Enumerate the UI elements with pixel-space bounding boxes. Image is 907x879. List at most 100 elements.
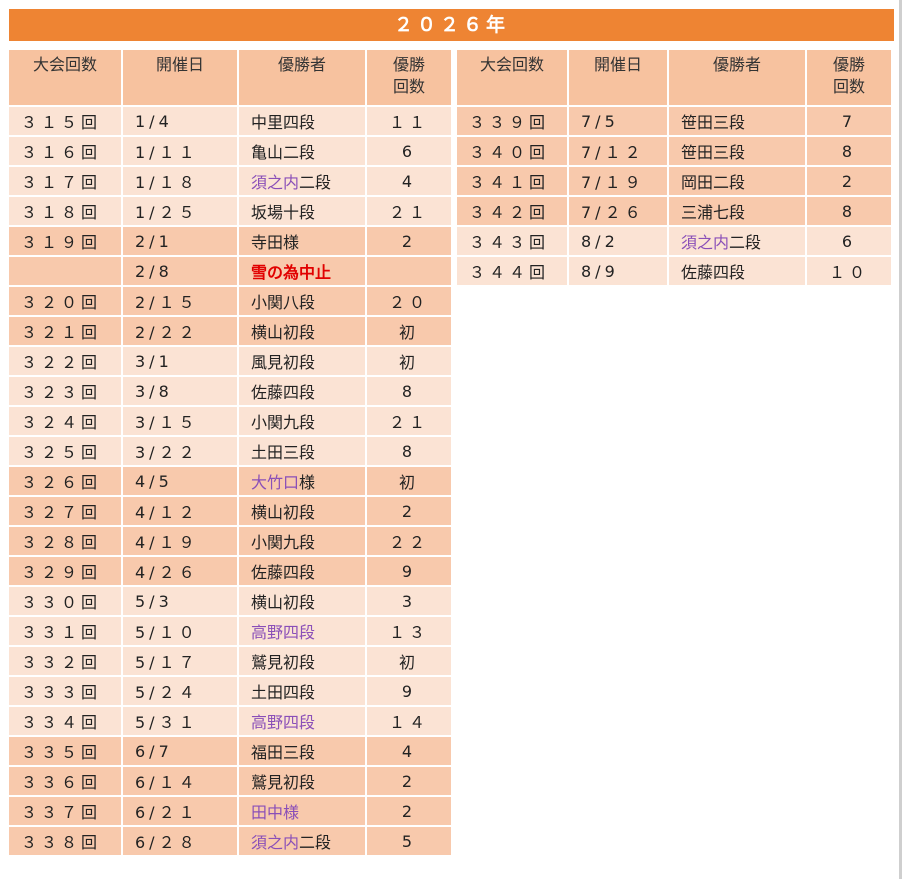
winner-name: 土田三段 <box>251 443 316 462</box>
date-cell: 2/２２ <box>123 317 237 347</box>
winner-cell: 三浦七段 <box>669 197 805 227</box>
win-count-cell: 3 <box>367 587 451 617</box>
winner-cell: 土田四段 <box>239 677 365 707</box>
win-count-cell: 初 <box>367 467 451 497</box>
winner-cell: 鷲見初段 <box>239 647 365 677</box>
table-row: ３２１回 2/２２ 横山初段 初 <box>9 317 451 347</box>
winner-name-highlighted: 高野四段 <box>251 713 316 732</box>
win-count-cell: 2 <box>367 797 451 827</box>
header-win-count-line1: 優勝 <box>832 55 865 74</box>
winner-name: 二段 <box>299 833 332 852</box>
header-win-count-line1: 優勝 <box>392 55 425 74</box>
date-cell: 3/1 <box>123 347 237 377</box>
header-round: 大会回数 <box>9 50 121 107</box>
winner-cell: 須之内二段 <box>239 827 365 857</box>
round-cell: ３１９回 <box>9 227 121 257</box>
winner-cell: 田中様 <box>239 797 365 827</box>
winner-name: 佐藤四段 <box>251 563 316 582</box>
winner-cell: 小関九段 <box>239 407 365 437</box>
win-count-cell: ２１ <box>367 197 451 227</box>
round-cell: ３３６回 <box>9 767 121 797</box>
table-row: ３２７回 4/１２ 横山初段 2 <box>9 497 451 527</box>
round-cell: ３２６回 <box>9 467 121 497</box>
winner-name: 岡田二段 <box>681 173 746 192</box>
winner-name: 小関九段 <box>251 413 316 432</box>
date-cell: 2/１５ <box>123 287 237 317</box>
round-cell: ３４２回 <box>457 197 567 227</box>
winner-name: 横山初段 <box>251 323 316 342</box>
winner-cell: 坂場十段 <box>239 197 365 227</box>
table-row: ３２５回 3/２２ 土田三段 8 <box>9 437 451 467</box>
win-count-cell: ２０ <box>367 287 451 317</box>
winner-name: 亀山二段 <box>251 143 316 162</box>
date-cell: 3/8 <box>123 377 237 407</box>
table-row: ３２６回 4/5 大竹口様初 <box>9 467 451 497</box>
round-cell: ３３８回 <box>9 827 121 857</box>
winner-cell: 鷲見初段 <box>239 767 365 797</box>
table-row: ３３８回 6/２８ 須之内二段 5 <box>9 827 451 857</box>
date-cell: 7/１２ <box>569 137 667 167</box>
winner-cell: 小関九段 <box>239 527 365 557</box>
cancellation-notice: 雪の為中止 <box>251 263 332 282</box>
winner-name: 小関八段 <box>251 293 316 312</box>
winner-cell: 大竹口様 <box>239 467 365 497</box>
table-row: ３３０回 5/3 横山初段 3 <box>9 587 451 617</box>
winner-cell: 須之内二段 <box>669 227 805 257</box>
winner-cell: 小関八段 <box>239 287 365 317</box>
results-table-right: 大会回数 開催日 優勝者 優勝 回数 ３３９回 7/5 笹田三段 7 ３４０回 7/１２ 笹田… <box>455 50 893 287</box>
winner-cell: 横山初段 <box>239 587 365 617</box>
winner-name: 小関九段 <box>251 533 316 552</box>
round-cell: ３３２回 <box>9 647 121 677</box>
date-cell: 3/２２ <box>123 437 237 467</box>
winner-name-highlighted: 須之内 <box>251 173 300 192</box>
header-winner: 優勝者 <box>239 50 365 107</box>
winner-cell: 横山初段 <box>239 497 365 527</box>
winner-cell: 福田三段 <box>239 737 365 767</box>
win-count-cell: 2 <box>367 497 451 527</box>
table-row: ３２３回 3/8 佐藤四段 8 <box>9 377 451 407</box>
win-count-cell: ２２ <box>367 527 451 557</box>
win-count-cell: 2 <box>367 767 451 797</box>
table-row: ３１８回 1/２５ 坂場十段 ２１ <box>9 197 451 227</box>
round-cell: ３４３回 <box>457 227 567 257</box>
win-count-cell: １１ <box>367 107 451 137</box>
win-count-cell: 2 <box>807 167 891 197</box>
winner-name-highlighted: 高野四段 <box>251 623 316 642</box>
winner-cell: 佐藤四段 <box>239 557 365 587</box>
table-row: 2/8 雪の為中止 <box>9 257 451 287</box>
date-cell: 4/２６ <box>123 557 237 587</box>
header-win-count: 優勝 回数 <box>807 50 891 107</box>
date-cell: 6/１４ <box>123 767 237 797</box>
round-cell: ３３４回 <box>9 707 121 737</box>
table-row: ３４３回 8/2 須之内二段 6 <box>457 227 891 257</box>
winner-name: 鷲見初段 <box>251 653 316 672</box>
date-cell: 3/１５ <box>123 407 237 437</box>
date-cell: 5/２４ <box>123 677 237 707</box>
table-row: ３２０回 2/１５ 小関八段 ２０ <box>9 287 451 317</box>
table-row: ３２９回 4/２６ 佐藤四段 9 <box>9 557 451 587</box>
date-cell: 1/２５ <box>123 197 237 227</box>
date-cell: 6/２８ <box>123 827 237 857</box>
win-count-cell: 9 <box>367 677 451 707</box>
winner-cell: 横山初段 <box>239 317 365 347</box>
table-row: ３１６回 1/１１ 亀山二段 6 <box>9 137 451 167</box>
date-cell: 7/２６ <box>569 197 667 227</box>
round-cell: ３２９回 <box>9 557 121 587</box>
header-date: 開催日 <box>123 50 237 107</box>
winner-cell: 佐藤四段 <box>239 377 365 407</box>
round-cell: ３１５回 <box>9 107 121 137</box>
round-cell: ３３３回 <box>9 677 121 707</box>
table-row: ３３２回 5/１７ 鷲見初段 初 <box>9 647 451 677</box>
winner-name-highlighted: 田中様 <box>251 803 300 822</box>
header-winner: 優勝者 <box>669 50 805 107</box>
win-count-cell: 8 <box>367 437 451 467</box>
round-cell: ３３９回 <box>457 107 567 137</box>
winner-name: 鷲見初段 <box>251 773 316 792</box>
table-row: ３３５回 6/7 福田三段 4 <box>9 737 451 767</box>
round-cell: ３４１回 <box>457 167 567 197</box>
winner-name: 様 <box>299 473 316 492</box>
date-cell: 2/8 <box>123 257 237 287</box>
winner-name: 坂場十段 <box>251 203 316 222</box>
winner-cell: 笹田三段 <box>669 137 805 167</box>
win-count-cell: 4 <box>367 737 451 767</box>
